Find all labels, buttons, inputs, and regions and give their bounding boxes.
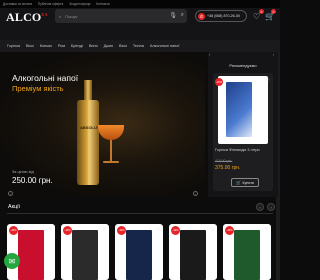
wishlist-heart-icon[interactable]: ♡	[102, 227, 106, 233]
topbar-link-contacts[interactable]: Контакти	[96, 2, 109, 6]
wishlist-count-badge: 0	[259, 9, 264, 14]
hero-subtitle: Преміум якість	[12, 84, 64, 93]
wishlist-heart-icon[interactable]: ♡	[264, 227, 268, 233]
nav-item[interactable]: Коньяк	[40, 44, 52, 48]
nav-item[interactable]: Бренді	[71, 44, 83, 48]
wishlist-heart-icon[interactable]: ♡	[48, 227, 52, 233]
recommend-new-price: 375.00 грн.	[215, 165, 241, 171]
hero-prev-arrow-icon[interactable]: ‹	[8, 191, 13, 196]
recommend-title: Рекомендуємо	[229, 63, 257, 68]
nav-item[interactable]: Ром	[58, 44, 65, 48]
akcii-prev-arrow-icon[interactable]: ‹	[256, 203, 264, 211]
hero-price-label: За ціною від	[12, 170, 34, 174]
wishlist-heart-icon[interactable]: ♡	[266, 78, 270, 84]
nav-item[interactable]: Віскі	[26, 44, 34, 48]
topbar-link-offer[interactable]: Публічна оферта	[38, 2, 63, 6]
nav-item[interactable]: Віскі	[119, 44, 127, 48]
wishlist-heart-icon[interactable]: ♡	[210, 227, 214, 233]
discount-badge: -10%	[171, 226, 180, 235]
buy-button-label: Купити	[242, 180, 254, 185]
logo-suffix: UA	[41, 12, 48, 17]
search-icon: ⌕	[59, 13, 62, 19]
bottle-label: ABSOLUT	[80, 125, 100, 130]
discount-badge: -10%	[225, 226, 234, 235]
nav-item[interactable]: Вино	[89, 44, 98, 48]
recommend-product-name[interactable]: Горілка Фінляндія 3 літри	[215, 148, 271, 152]
product-image[interactable]	[180, 230, 206, 280]
section-title-akcii: Акції	[8, 204, 20, 210]
discount-badge: -10%	[63, 226, 72, 235]
nav-item[interactable]: Алкогольні напої	[150, 44, 180, 48]
bottle-image	[77, 100, 99, 185]
logo-text: ALCO	[6, 10, 42, 24]
recommend-old-price: 415.00 грн.	[215, 159, 233, 163]
discount-badge: -10%	[9, 226, 18, 235]
search-input[interactable]: ⌕ Пошук 🎙 ⌕	[55, 9, 187, 23]
nav-item[interactable]: Текіла	[133, 44, 144, 48]
recommend-prev-arrow-icon[interactable]: ‹	[209, 52, 210, 57]
site-logo[interactable]: ALCOUA	[6, 10, 48, 25]
nav-item[interactable]: Джин	[104, 44, 113, 48]
category-nav: Горілка Віскі Коньяк Ром Бренді Вино Джи…	[0, 40, 280, 52]
product-image[interactable]	[234, 230, 260, 280]
discount-badge: -10%	[215, 78, 223, 86]
recommend-next-arrow-icon[interactable]: ›	[273, 52, 274, 57]
microphone-icon[interactable]: 🎙	[169, 12, 177, 19]
search-submit-icon[interactable]: ⌕	[181, 12, 184, 19]
product-image[interactable]	[126, 230, 152, 280]
product-box-image	[226, 82, 252, 137]
cart-count-badge: 0	[271, 9, 276, 14]
cart-icon: 🛒	[236, 180, 241, 185]
hero-price: 250.00 грн.	[12, 176, 53, 185]
hero-next-arrow-icon[interactable]: ›	[193, 191, 198, 196]
wishlist-heart-icon[interactable]: ♡	[156, 227, 160, 233]
topbar-link-consent[interactable]: Згода покупця	[69, 2, 90, 6]
chat-icon[interactable]: ✉	[4, 253, 20, 269]
product-image[interactable]	[72, 230, 98, 280]
akcii-next-arrow-icon[interactable]: ›	[267, 203, 275, 211]
nav-item[interactable]: Горілка	[7, 44, 20, 48]
buy-button[interactable]: 🛒 Купити	[231, 178, 259, 187]
top-info-bar: Доставка та оплата Публічна оферта Згода…	[0, 0, 280, 8]
phone-number: +38 (068) 870-26-00	[207, 14, 240, 18]
glass-stem	[110, 140, 112, 162]
hero-title: Алкогольні напої	[12, 73, 79, 83]
glass-base	[103, 161, 119, 163]
discount-badge: -10%	[117, 226, 126, 235]
bottle-neck-image	[84, 80, 92, 102]
phone-icon: ✆	[198, 12, 205, 20]
phone-button[interactable]: ✆ +38 (068) 870-26-00	[195, 10, 247, 22]
search-placeholder: Пошук	[65, 13, 78, 19]
topbar-link-delivery[interactable]: Доставка та оплата	[3, 2, 32, 6]
product-image[interactable]	[18, 230, 44, 280]
section-divider	[7, 213, 273, 214]
